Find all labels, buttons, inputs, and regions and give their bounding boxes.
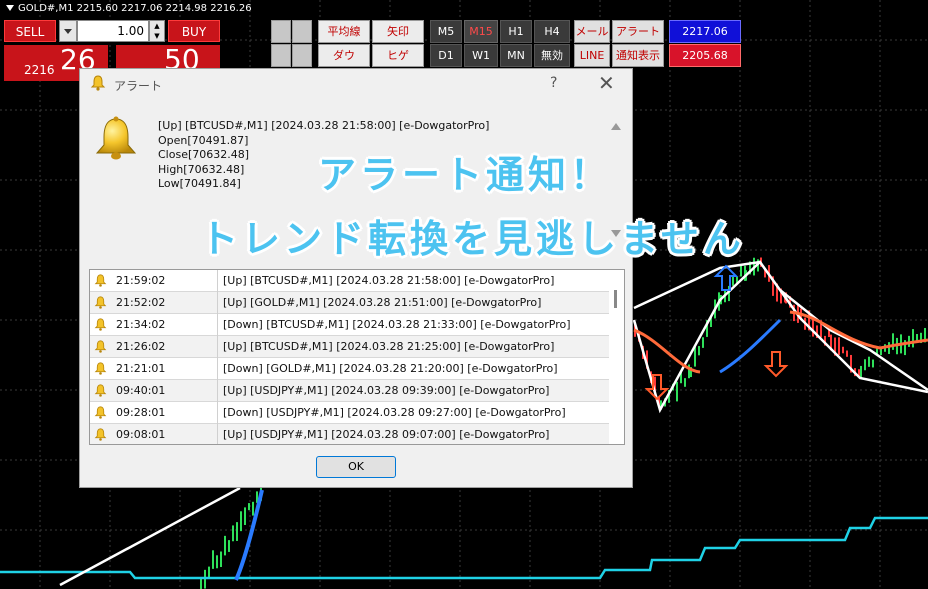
bell-icon <box>94 274 107 287</box>
zigzag-line <box>632 260 928 414</box>
bell-icon <box>90 75 106 91</box>
price-high-label: 2217.06 <box>669 20 741 43</box>
chevron-down-icon <box>64 29 72 34</box>
toolbar-blank-button[interactable] <box>292 44 312 67</box>
line-button[interactable]: LINE <box>574 44 610 67</box>
ma-button[interactable]: 平均線 <box>318 20 370 43</box>
alert-history-list: 21:59:02 [Up] [BTCUSD#,M1] [2024.03.28 2… <box>89 269 625 445</box>
tf-m5-button[interactable]: M5 <box>430 20 462 43</box>
tf-d1-button[interactable]: D1 <box>430 44 462 67</box>
tf-m15-button[interactable]: M15 <box>464 20 498 43</box>
dropdown-arrow-icon[interactable] <box>6 5 14 11</box>
list-scrollbar[interactable] <box>609 270 624 444</box>
dialog-titlebar: アラート ? ✕ <box>80 69 632 99</box>
wick-button[interactable]: ヒゲ <box>372 44 424 67</box>
list-item[interactable]: 21:21:01 [Down] [GOLD#,M1] [2024.03.28 2… <box>90 358 609 380</box>
scroll-up-icon[interactable] <box>611 123 621 130</box>
tf-mn-button[interactable]: MN <box>500 44 532 67</box>
toolbar-blank-button[interactable] <box>292 20 312 43</box>
down-arrow-signal <box>763 351 789 378</box>
chart-title: GOLD#,M1 2215.60 2217.06 2214.98 2216.26 <box>6 3 252 14</box>
tf-off-button[interactable]: 無効 <box>534 44 570 67</box>
list-item[interactable]: 21:34:02 [Down] [BTCUSD#,M1] [2024.03.28… <box>90 314 609 336</box>
lot-stepper[interactable]: ▲ ▼ <box>149 20 165 42</box>
arrow-button[interactable]: 矢印 <box>372 20 424 43</box>
dialog-title: アラート <box>114 79 163 93</box>
toolbar-blank-button[interactable] <box>271 20 291 43</box>
ok-button[interactable]: OK <box>316 456 396 478</box>
alert-dialog: アラート ? ✕ [Up] [BTCUSD#,M1] [2024.03.28 2… <box>79 68 633 488</box>
list-item[interactable]: 09:40:01 [Up] [USDJPY#,M1] [2024.03.28 0… <box>90 380 609 402</box>
tf-h1-button[interactable]: H1 <box>500 20 532 43</box>
sell-button[interactable]: SELL <box>4 20 56 42</box>
trend-line <box>59 486 241 587</box>
list-item[interactable]: 21:52:02 [Up] [GOLD#,M1] [2024.03.28 21:… <box>90 292 609 314</box>
promo-headline: アラート通知！ <box>318 153 613 197</box>
bell-icon <box>94 384 107 397</box>
bell-icon <box>94 428 107 441</box>
mail-button[interactable]: メール <box>574 20 610 43</box>
buy-button[interactable]: BUY <box>168 20 220 42</box>
scrollbar-thumb[interactable] <box>614 290 617 308</box>
tf-h4-button[interactable]: H4 <box>534 20 570 43</box>
price-low-label: 2205.68 <box>669 44 741 67</box>
bell-icon <box>94 362 107 375</box>
bell-icon <box>94 296 107 309</box>
list-item[interactable]: 09:08:01 [Up] [USDJPY#,M1] [2024.03.28 0… <box>90 424 609 444</box>
close-button[interactable]: ✕ <box>598 71 615 95</box>
lot-size-input[interactable]: 1.00 <box>77 20 149 42</box>
support-line <box>0 516 928 580</box>
list-item[interactable]: 21:26:02 [Up] [BTCUSD#,M1] [2024.03.28 2… <box>90 336 609 358</box>
bell-icon <box>95 116 137 160</box>
list-item[interactable]: 21:59:02 [Up] [BTCUSD#,M1] [2024.03.28 2… <box>90 270 609 292</box>
toolbar-blank-button[interactable] <box>271 44 291 67</box>
lot-dropdown[interactable] <box>59 20 77 42</box>
promo-subheadline: トレンド転換を見逃しません <box>200 217 745 261</box>
alert-button[interactable]: アラート <box>612 20 664 43</box>
bell-icon <box>94 406 107 419</box>
notify-button[interactable]: 通知表示 <box>612 44 664 67</box>
list-item[interactable]: 09:28:01 [Down] [USDJPY#,M1] [2024.03.28… <box>90 402 609 424</box>
help-button[interactable]: ? <box>550 75 557 91</box>
bell-icon <box>94 340 107 353</box>
bell-icon <box>94 318 107 331</box>
dow-button[interactable]: ダウ <box>318 44 370 67</box>
tf-w1-button[interactable]: W1 <box>464 44 498 67</box>
